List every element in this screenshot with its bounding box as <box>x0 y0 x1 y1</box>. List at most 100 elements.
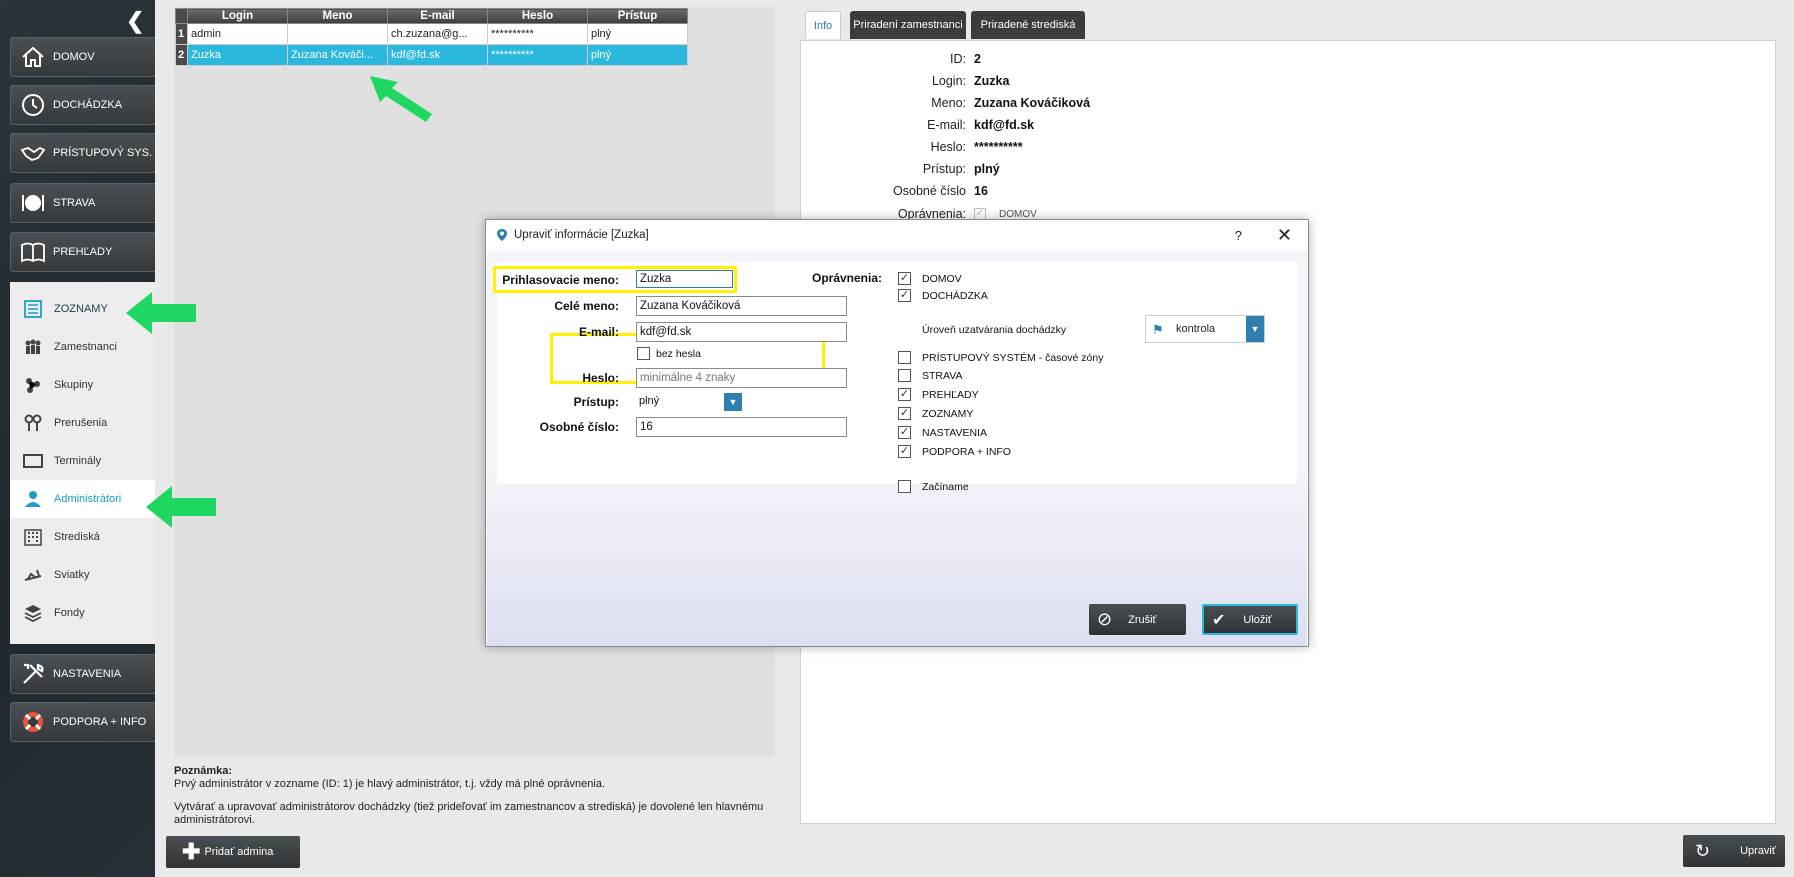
nav-label: DOCHÁDZKA <box>53 99 123 111</box>
login-input[interactable] <box>636 270 733 288</box>
password-label: Heslo: <box>582 371 619 385</box>
nav-nastavenia[interactable]: NASTAVENIA <box>10 654 155 694</box>
nav-label: DOMOV <box>53 51 95 63</box>
info-label: Heslo: <box>930 140 966 154</box>
note-line2: Vytvárať a upravovať administrátorov doc… <box>174 801 764 826</box>
row-index: 2 <box>175 44 188 66</box>
col-login[interactable]: Login <box>187 8 288 24</box>
info-value: Zuzka <box>974 74 1010 88</box>
sidebar-item-sviatky[interactable]: Sviatky <box>10 556 155 594</box>
terminal-icon <box>22 450 44 472</box>
perm-nastavenia-checkbox[interactable]: ✓ <box>898 426 911 439</box>
closing-level-select[interactable]: ⚑ kontrola ▼ <box>1145 315 1265 343</box>
sidebar-item-fondy[interactable]: Fondy <box>10 594 155 632</box>
perm-zoznamy-checkbox[interactable]: ✓ <box>898 407 911 420</box>
fullname-input[interactable] <box>636 296 847 316</box>
cell-login: admin <box>187 23 288 45</box>
perm-strava-checkbox[interactable] <box>898 369 911 382</box>
table-row[interactable]: 1 admin ch.zuzana@g... ********** plný <box>175 23 688 45</box>
closing-level-label: Úroveň uzatvárania dochádzky <box>922 324 1067 336</box>
tab-priradeni-zamestnanci[interactable]: Priradení zamestnanci <box>850 11 966 39</box>
cancel-button[interactable]: ⊘ Zrušiť <box>1089 604 1186 635</box>
perm-podpora-checkbox[interactable]: ✓ <box>898 445 911 458</box>
perm-label: DOMOV <box>922 273 962 285</box>
save-label: Uložiť <box>1243 613 1272 626</box>
sidebar-item-label: Administrátori <box>54 493 122 505</box>
perm-label: PRÍSTUPOVÝ SYSTÉM - časové zóny <box>922 352 1104 364</box>
info-label: Prístup: <box>922 162 966 176</box>
nav-dochadzka[interactable]: DOCHÁDZKA <box>10 85 155 125</box>
sidebar-item-strediska[interactable]: Strediská <box>10 518 155 556</box>
col-heslo[interactable]: Heslo <box>487 8 588 24</box>
access-select[interactable]: plný ▼ <box>636 393 742 411</box>
collapse-sidebar-icon[interactable]: ❮ <box>126 8 144 34</box>
holiday-icon <box>22 564 44 586</box>
edit-label: Upraviť <box>1740 845 1777 857</box>
login-label: Prihlasovacie meno: <box>502 273 619 287</box>
col-meno[interactable]: Meno <box>287 8 388 24</box>
col-pristup[interactable]: Prístup <box>587 8 688 24</box>
personal-no-input[interactable] <box>636 417 847 437</box>
table-row-selected[interactable]: 2 Zuzka Zuzana Kováči... kdf@fd.sk *****… <box>175 44 688 66</box>
building-icon <box>22 526 44 548</box>
sidebar-item-label: Sviatky <box>54 569 90 581</box>
info-label: Login: <box>931 74 966 88</box>
sidebar-item-terminaly[interactable]: Terminály <box>10 442 155 480</box>
chevron-down-icon: ▼ <box>1246 316 1264 342</box>
perm-domov-checkbox[interactable]: ✓ <box>898 272 911 285</box>
perm-label: Začíname <box>922 481 969 493</box>
nav-podpora[interactable]: PODPORA + INFO <box>10 702 155 742</box>
col-email[interactable]: E-mail <box>387 8 488 24</box>
cell-email: kdf@fd.sk <box>387 44 488 66</box>
email-input[interactable] <box>636 322 847 342</box>
perm-prehlady-checkbox[interactable]: ✓ <box>898 388 911 401</box>
sidebar-item-prerusenia[interactable]: Prerušenia <box>10 404 155 442</box>
info-row-osobne-cislo: Osobné číslo 16 <box>801 184 1301 204</box>
home-icon <box>19 43 47 71</box>
add-admin-button[interactable]: ✚ Pridať admina <box>166 836 300 868</box>
sidebar-item-skupiny[interactable]: Skupiny <box>10 366 155 404</box>
tab-priradene-strediska[interactable]: Priradené strediská <box>971 11 1085 39</box>
nav-prehlady[interactable]: PREHĽADY <box>10 232 155 272</box>
cell-pristup: plný <box>587 44 688 66</box>
perm-label: NASTAVENIA <box>922 427 987 439</box>
info-label: Osobné číslo <box>893 184 966 198</box>
sidebar-item-label: Terminály <box>54 455 102 467</box>
tab-info[interactable]: Info <box>805 11 841 39</box>
cancel-label: Zrušiť <box>1128 613 1157 626</box>
plate-icon <box>19 189 47 217</box>
admins-table: Login Meno E-mail Heslo Prístup 1 admin … <box>175 8 688 66</box>
save-button[interactable]: ✔ Uložiť <box>1202 604 1298 635</box>
cell-heslo: ********** <box>487 44 588 66</box>
nav-pristupovy[interactable]: PRÍSTUPOVÝ SYS. <box>10 133 155 173</box>
dialog-form: Prihlasovacie meno: Celé meno: E-mail: b… <box>493 262 1297 493</box>
edit-button[interactable]: ↻ Upraviť <box>1683 835 1785 867</box>
cell-login: Zuzka <box>187 44 288 66</box>
close-icon[interactable]: ✕ <box>1277 225 1292 246</box>
book-icon <box>19 238 47 266</box>
no-password-checkbox[interactable] <box>637 347 650 360</box>
chevron-down-icon: ▼ <box>724 393 742 411</box>
nav-strava[interactable]: STRAVA <box>10 183 155 223</box>
sidebar-item-administratori[interactable]: Administrátori <box>10 480 155 518</box>
table-corner <box>175 8 188 24</box>
password-input[interactable] <box>636 368 847 388</box>
info-value: 2 <box>974 52 981 66</box>
perm-dochadzka-checkbox[interactable]: ✓ <box>898 289 911 302</box>
info-value: ********** <box>974 140 1023 154</box>
help-button[interactable]: ? <box>1235 228 1242 243</box>
plus-icon: ✚ <box>182 839 201 864</box>
admin-icon <box>22 488 44 510</box>
info-value: Zuzana Kováčiková <box>974 96 1091 110</box>
dialog-body: Prihlasovacie meno: Celé meno: E-mail: b… <box>487 251 1307 646</box>
info-row-email: E-mail: kdf@fd.sk <box>801 118 1301 138</box>
perm-pristupovy-checkbox[interactable] <box>898 351 911 364</box>
perm-zaciname-checkbox[interactable] <box>898 480 911 493</box>
perm-label: ZOZNAMY <box>922 408 974 420</box>
info-label: ID: <box>950 52 966 66</box>
nav-domov[interactable]: DOMOV <box>10 37 155 77</box>
info-row-id: ID: 2 <box>801 52 1301 72</box>
perm-label: PODPORA + INFO <box>922 446 1011 458</box>
refresh-icon: ↻ <box>1695 840 1711 861</box>
cell-heslo: ********** <box>487 23 588 45</box>
